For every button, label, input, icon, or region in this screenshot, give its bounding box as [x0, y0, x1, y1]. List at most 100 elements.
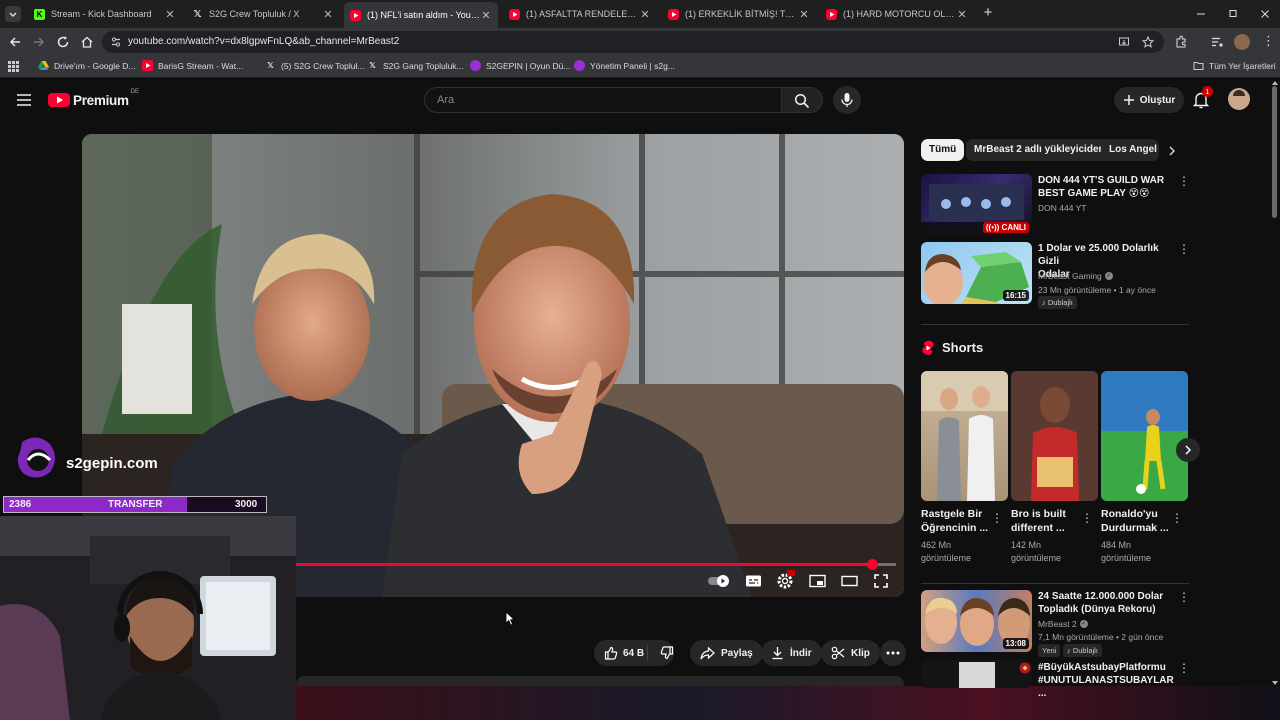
dislike-button[interactable]	[654, 646, 674, 660]
search-input[interactable]: Ara	[424, 87, 782, 113]
site-settings-icon[interactable]	[110, 36, 122, 48]
channel-avatar-icon[interactable]	[1019, 662, 1031, 674]
close-tab-icon[interactable]: ✕	[639, 8, 651, 21]
chip-all[interactable]: Tümü	[921, 139, 965, 161]
download-icon	[772, 647, 783, 660]
create-button[interactable]: Oluştur	[1114, 87, 1184, 113]
short-menu-icon[interactable]: ⋮	[991, 512, 1003, 524]
profile-avatar[interactable]	[1234, 34, 1250, 50]
browser-tab[interactable]: K Stream - Kick Dashboard ✕	[28, 4, 182, 24]
close-tab-icon[interactable]: ✕	[956, 8, 968, 21]
minimize-button[interactable]	[1194, 8, 1208, 20]
hamburger-menu-icon[interactable]	[16, 93, 32, 107]
page-scrollbar-thumb[interactable]	[1272, 86, 1277, 218]
video-menu-icon[interactable]: ⋮	[1178, 175, 1190, 187]
short-title[interactable]: Ronaldo'yu Durdurmak ...	[1101, 507, 1169, 535]
restore-button[interactable]	[1226, 8, 1240, 20]
bookmark-item[interactable]: S2GEPIN | Oyun Dü...	[470, 60, 570, 71]
channel-name[interactable]: DON 444 YT	[1038, 203, 1087, 213]
description-box[interactable]	[296, 676, 904, 686]
browser-menu-icon[interactable]: ⋮	[1262, 34, 1275, 50]
hd-badge	[787, 570, 795, 576]
video-title[interactable]: DON 444 YT'S GUILD WAR BEST GAME PLAY 😵😵	[1038, 174, 1178, 200]
video-title[interactable]: #BüyükAstsubayPlatformu #UNUTULANASTSUBAY…	[1038, 661, 1178, 700]
voice-search-button[interactable]	[833, 86, 861, 114]
verified-icon: ✓	[1104, 272, 1113, 280]
like-button[interactable]: 64 B	[594, 645, 648, 661]
chip-los-angeles[interactable]: Los Angel	[1101, 139, 1159, 161]
short-thumbnail[interactable]	[1011, 371, 1098, 501]
new-tab-button[interactable]: +	[980, 5, 996, 21]
all-bookmarks-folder[interactable]: Tüm Yer İşaretleri	[1193, 60, 1276, 71]
search-button[interactable]	[781, 87, 823, 113]
video-progress-fill	[296, 563, 872, 566]
fullscreen-icon[interactable]	[874, 574, 888, 588]
chip-from-uploader[interactable]: MrBeast 2 adlı yükleyiciden	[966, 139, 1113, 161]
account-avatar[interactable]	[1228, 88, 1250, 110]
browser-tab[interactable]: 𝕏 S2G Crew Topluluk / X ✕	[186, 4, 340, 24]
video-thumbnail[interactable]: 13:08	[921, 590, 1032, 652]
close-tab-icon[interactable]: ✕	[480, 9, 492, 22]
short-thumbnail[interactable]	[1101, 371, 1188, 501]
youtube-icon	[668, 8, 679, 20]
s2gepin-logo	[14, 434, 60, 482]
channel-name[interactable]: MrBeast 2 ✓	[1038, 619, 1088, 629]
chevron-right-icon[interactable]	[1167, 145, 1177, 157]
miniplayer-icon[interactable]	[809, 574, 826, 588]
progress-scrubber[interactable]	[867, 559, 878, 570]
restore-icon	[1229, 10, 1237, 17]
shorts-next-button[interactable]	[1176, 438, 1200, 462]
youtube-premium-logo[interactable]: Premium DE	[48, 89, 139, 108]
home-icon[interactable]	[80, 35, 94, 49]
bookmark-item[interactable]: Drive'ım - Google D...	[38, 60, 135, 71]
browser-tab[interactable]: (1) HARD MOTORCU OLAYLARI ✕	[820, 4, 974, 24]
extensions-icon[interactable]	[1174, 35, 1188, 49]
video-title[interactable]: 24 Saatte 12.000.000 Dolar Topladık (Düny…	[1038, 590, 1178, 616]
apps-grid-icon[interactable]	[8, 61, 19, 72]
download-button[interactable]: İndir	[761, 640, 822, 666]
close-tab-icon[interactable]: ✕	[322, 8, 334, 21]
reload-icon[interactable]	[56, 35, 70, 49]
video-thumbnail[interactable]: 16:15	[921, 242, 1032, 304]
tab-search-button[interactable]	[5, 6, 21, 22]
video-menu-icon[interactable]: ⋮	[1178, 243, 1190, 255]
short-title[interactable]: Bro is built different ...	[1011, 507, 1079, 535]
close-tab-icon[interactable]: ✕	[164, 8, 176, 21]
video-stats: 7,1 Mn görüntüleme • 2 gün önce	[1038, 632, 1164, 642]
notifications-button[interactable]: 1	[1192, 86, 1213, 110]
video-menu-icon[interactable]: ⋮	[1178, 662, 1190, 674]
back-arrow-icon[interactable]	[8, 35, 22, 49]
short-thumbnail[interactable]	[921, 371, 1008, 501]
bookmark-star-icon[interactable]	[1142, 36, 1154, 48]
settings-button[interactable]	[777, 570, 795, 590]
bookmark-item[interactable]: 𝕏 S2G Gang Topluluk...	[367, 60, 463, 71]
scroll-up-arrow-icon[interactable]	[1271, 80, 1279, 86]
close-tab-icon[interactable]: ✕	[798, 8, 810, 21]
video-progress-bar[interactable]	[296, 559, 896, 570]
forward-arrow-icon[interactable]	[32, 35, 46, 49]
short-title[interactable]: Rastgele Bir Öğrencinin ...	[921, 507, 989, 535]
browser-tab[interactable]: (1) ERKEKLİK BİTMİŞ! Türkiye'd ✕	[662, 4, 816, 24]
address-bar[interactable]: youtube.com/watch?v=dx8lgpwFnLQ&ab_chann…	[102, 31, 1164, 53]
subtitles-icon[interactable]	[745, 574, 762, 588]
channel-name[interactable]: MrBeast Gaming ✓	[1038, 271, 1113, 281]
share-button[interactable]: Paylaş	[690, 640, 763, 666]
bookmark-item[interactable]: Yönetim Paneli | s2g...	[574, 60, 675, 71]
more-actions-button[interactable]	[880, 640, 906, 666]
bookmark-item[interactable]: BarisG Stream - Wat...	[142, 60, 243, 71]
browser-tab[interactable]: (1) ASFALTTA RENDELENDİ! Tür ✕	[503, 4, 657, 24]
theater-mode-icon[interactable]	[841, 575, 858, 587]
clip-button[interactable]: Klip	[821, 640, 880, 666]
autoplay-toggle[interactable]	[708, 574, 732, 588]
video-menu-icon[interactable]: ⋮	[1178, 591, 1190, 603]
video-thumbnail[interactable]	[921, 660, 1032, 688]
short-menu-icon[interactable]: ⋮	[1081, 512, 1093, 524]
short-menu-icon[interactable]: ⋮	[1171, 512, 1183, 524]
media-controls-icon[interactable]	[1210, 35, 1224, 49]
bookmark-item[interactable]: 𝕏 (5) S2G Crew Topluł...	[265, 60, 364, 71]
install-app-icon[interactable]	[1118, 36, 1130, 48]
video-thumbnail[interactable]: ((•)) CANLI	[921, 174, 1032, 236]
close-window-button[interactable]	[1258, 8, 1272, 20]
browser-tab-active[interactable]: (1) NFL'i satın aldım - YouTube ✕	[344, 2, 498, 28]
scroll-down-arrow-icon[interactable]	[1271, 680, 1279, 686]
